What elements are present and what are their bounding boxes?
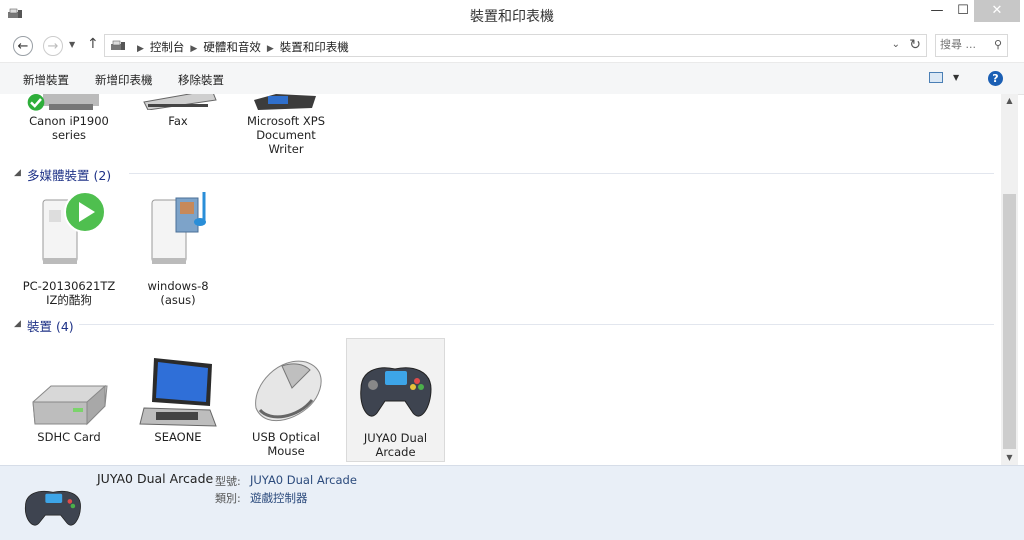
game-controller-icon xyxy=(360,367,432,417)
device-label: PC-20130621TZ IZ的酷狗 xyxy=(22,279,116,307)
device-label: JUYA0 Dual Arcade xyxy=(363,431,428,459)
device-label: Canon iP1900 series xyxy=(29,114,109,142)
media-server-music-icon xyxy=(151,192,206,264)
device-media-player-pc[interactable]: PC-20130621TZ IZ的酷狗 xyxy=(21,188,117,312)
device-sdhc-card[interactable]: SDHC Card xyxy=(21,340,117,458)
group-header-multimedia[interactable]: ◢ 多媒體裝置 (2) xyxy=(14,165,994,183)
device-label: Microsoft XPS Document Writer xyxy=(246,114,326,156)
add-printer-button[interactable]: 新增印表機 xyxy=(95,72,153,88)
details-model-label: 型號: xyxy=(215,475,241,488)
game-controller-icon xyxy=(24,490,81,526)
scroll-up-icon[interactable]: ▲ xyxy=(1001,96,1018,105)
device-juya0-dual-arcade[interactable]: JUYA0 Dual Arcade xyxy=(346,338,445,462)
device-label: USB Optical Mouse xyxy=(252,430,320,458)
collapse-triangle-icon[interactable]: ◢ xyxy=(14,319,21,329)
chevron-right-icon[interactable]: ▶ xyxy=(267,44,274,54)
vertical-scrollbar[interactable]: ▲ ▼ xyxy=(1001,94,1018,465)
title-bar: 裝置和印表機 — ☐ ✕ xyxy=(0,0,1024,31)
scroll-down-icon[interactable]: ▼ xyxy=(1001,453,1018,462)
details-category-label: 類別: xyxy=(215,492,241,505)
command-bar: 新增裝置 新增印表機 移除裝置 ▼ ? xyxy=(0,62,1024,95)
window-title: 裝置和印表機 xyxy=(470,9,554,25)
back-arrow-icon[interactable]: ← xyxy=(13,36,33,56)
device-seaone[interactable]: SEAONE xyxy=(130,340,226,458)
breadcrumb-devices-printers[interactable]: 裝置和印表機 xyxy=(280,40,349,54)
mouse-icon xyxy=(255,360,322,422)
devices-printers-location-icon xyxy=(111,40,125,50)
device-label: SDHC Card xyxy=(37,430,101,444)
printer-icon xyxy=(254,94,316,110)
close-button[interactable]: ✕ xyxy=(974,0,1020,22)
forward-arrow-icon[interactable]: → xyxy=(43,36,63,56)
device-label: Fax xyxy=(168,114,188,128)
device-label: SEAONE xyxy=(154,430,202,444)
change-view-icon[interactable] xyxy=(929,72,943,83)
check-mark-icon xyxy=(27,94,45,111)
devices-list: Canon iP1900 series Fax Microsoft XPS Do… xyxy=(0,94,1001,465)
breadcrumb[interactable]: ▶ 控制台 ▶ 硬體和音效 ▶ 裝置和印表機 ⌄ ↻ xyxy=(104,34,927,57)
device-usb-optical-mouse[interactable]: USB Optical Mouse xyxy=(238,340,334,458)
media-server-play-icon xyxy=(42,191,106,264)
address-bar: ← → ▼ ↑ ▶ 控制台 ▶ 硬體和音效 ▶ 裝置和印表機 ⌄ ↻ ⚲ xyxy=(0,30,1024,62)
group-title: 裝置 (4) xyxy=(27,319,74,334)
group-title: 多媒體裝置 (2) xyxy=(27,168,112,183)
group-divider xyxy=(79,324,994,325)
device-label: windows-8 (asus) xyxy=(147,279,209,307)
up-arrow-icon[interactable]: ↑ xyxy=(87,36,99,52)
remove-device-button[interactable]: 移除裝置 xyxy=(178,72,224,88)
search-input[interactable] xyxy=(940,38,986,51)
drive-icon xyxy=(32,384,108,426)
fax-icon xyxy=(143,94,217,110)
details-pane: JUYA0 Dual Arcade 型號: JUYA0 Dual Arcade … xyxy=(0,465,1024,540)
help-icon[interactable]: ? xyxy=(988,71,1003,86)
address-dropdown-icon[interactable]: ⌄ xyxy=(892,39,900,50)
scroll-thumb[interactable] xyxy=(1003,194,1016,449)
chevron-right-icon[interactable]: ▶ xyxy=(190,44,197,54)
view-options-dropdown-icon[interactable]: ▼ xyxy=(953,73,959,82)
breadcrumb-hardware-sound[interactable]: 硬體和音效 xyxy=(203,40,261,54)
group-header-devices[interactable]: ◢ 裝置 (4) xyxy=(14,316,994,334)
device-windows-8-asus[interactable]: windows-8 (asus) xyxy=(130,188,226,312)
details-device-name: JUYA0 Dual Arcade xyxy=(97,471,214,486)
details-category-value: 遊戲控制器 xyxy=(250,491,308,505)
details-model-value: JUYA0 Dual Arcade xyxy=(250,473,357,487)
device-fax[interactable]: Fax xyxy=(130,94,226,134)
chevron-right-icon[interactable]: ▶ xyxy=(137,44,144,54)
collapse-triangle-icon[interactable]: ◢ xyxy=(14,168,21,178)
laptop-icon xyxy=(139,358,217,427)
device-microsoft-xps[interactable]: Microsoft XPS Document Writer xyxy=(238,94,334,156)
device-canon-ip1900[interactable]: Canon iP1900 series xyxy=(21,94,117,156)
add-device-button[interactable]: 新增裝置 xyxy=(23,72,69,88)
refresh-icon[interactable]: ↻ xyxy=(909,37,921,53)
recent-locations-dropdown-icon[interactable]: ▼ xyxy=(69,40,75,49)
breadcrumb-control-panel[interactable]: 控制台 xyxy=(150,40,185,54)
group-divider xyxy=(129,173,994,174)
search-icon[interactable]: ⚲ xyxy=(994,38,1002,51)
breadcrumb-items: ▶ 控制台 ▶ 硬體和音效 ▶ 裝置和印表機 xyxy=(131,39,349,55)
search-box[interactable]: ⚲ xyxy=(935,34,1008,57)
